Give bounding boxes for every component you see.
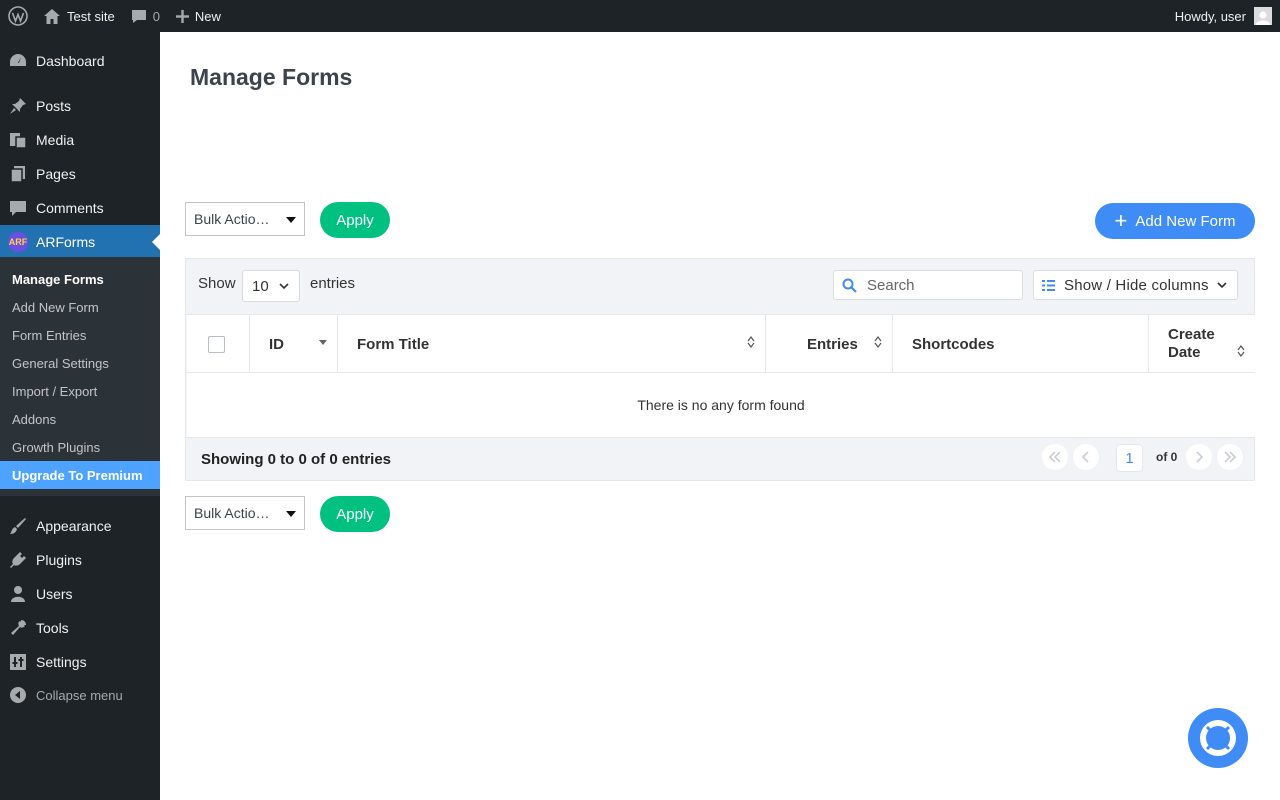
- sidebar-item-arforms[interactable]: ARF ARForms: [0, 225, 160, 259]
- site-name-link[interactable]: Test site: [36, 0, 123, 32]
- plugin-icon: [0, 551, 36, 569]
- brush-icon: [0, 517, 36, 535]
- new-label: New: [194, 8, 221, 24]
- showing-entries-info: Showing 0 to 0 of 0 entries: [201, 451, 392, 468]
- first-page-button[interactable]: [1042, 444, 1068, 470]
- settings-icon: [0, 653, 36, 671]
- bulk-actions-select-top[interactable]: Bulk Actio…: [185, 202, 305, 236]
- apply-button-top[interactable]: Apply: [320, 202, 390, 238]
- avatar: [1254, 7, 1272, 25]
- column-header-shortcodes: Shortcodes: [893, 315, 1149, 373]
- sidebar-item-tools[interactable]: Tools: [0, 611, 160, 645]
- previous-page-button[interactable]: [1073, 444, 1099, 470]
- total-pages: of 0: [1156, 450, 1178, 464]
- column-header-entries[interactable]: Entries: [766, 315, 893, 373]
- bulk-actions-select-bottom[interactable]: Bulk Actio…: [185, 496, 305, 530]
- entries-label: entries: [310, 275, 356, 292]
- select-all-checkbox[interactable]: [208, 335, 225, 353]
- sidebar-item-dashboard[interactable]: Dashboard: [0, 44, 160, 78]
- active-menu-arrow: [152, 234, 160, 250]
- submenu-manage-forms[interactable]: Manage Forms: [0, 265, 160, 293]
- lifebuoy-icon: [1200, 720, 1236, 756]
- sidebar-item-comments[interactable]: Comments: [0, 191, 160, 225]
- entries-per-page-select[interactable]: 10: [242, 270, 300, 302]
- caret-down-icon: [286, 217, 296, 223]
- dashboard-icon: [0, 52, 36, 70]
- collapse-menu-button[interactable]: Collapse menu: [0, 678, 160, 712]
- user-icon: [0, 585, 36, 603]
- help-button[interactable]: [1188, 708, 1248, 768]
- last-page-button[interactable]: [1217, 444, 1243, 470]
- forms-table-panel: Show 10 entries Show / Hide columns ID F…: [185, 258, 1255, 481]
- apply-button-bottom[interactable]: Apply: [320, 496, 390, 532]
- plus-icon: +: [1114, 208, 1128, 233]
- empty-table-message: There is no any form found: [187, 373, 1255, 438]
- comments-count: 0: [152, 8, 160, 24]
- select-all-cell: [187, 315, 250, 373]
- table-header: ID Form Title Entries Shortcodes Create D…: [187, 314, 1255, 373]
- column-header-id[interactable]: ID: [250, 315, 338, 373]
- show-hide-columns-button[interactable]: Show / Hide columns: [1033, 270, 1238, 300]
- sort-icon: [874, 336, 882, 348]
- sidebar-item-plugins[interactable]: Plugins: [0, 543, 160, 577]
- arforms-submenu: Manage Forms Add New Form Form Entries G…: [0, 257, 160, 496]
- sidebar-item-users[interactable]: Users: [0, 577, 160, 611]
- pin-icon: [0, 97, 36, 115]
- double-chevron-right-icon: [1224, 451, 1237, 463]
- forms-table: ID Form Title Entries Shortcodes Create D…: [187, 314, 1255, 438]
- sidebar-item-settings[interactable]: Settings: [0, 645, 160, 679]
- chevron-left-icon: [1081, 451, 1089, 463]
- search-box: [833, 270, 1023, 300]
- double-chevron-left-icon: [1048, 451, 1061, 463]
- columns-list-icon: [1042, 279, 1055, 291]
- add-new-form-button[interactable]: + Add New Form: [1095, 203, 1255, 239]
- search-icon: [842, 278, 857, 293]
- column-header-create-date[interactable]: Create Date: [1149, 315, 1255, 373]
- column-header-form-title[interactable]: Form Title: [338, 315, 766, 373]
- pages-icon: [0, 165, 36, 183]
- my-account-link[interactable]: Howdy, user: [1167, 0, 1280, 32]
- sidebar-item-posts[interactable]: Posts: [0, 89, 160, 123]
- chevron-down-icon: [279, 283, 289, 290]
- admin-sidebar: Dashboard Posts Media Pages Comments ARF…: [0, 32, 160, 800]
- media-icon: [0, 131, 36, 149]
- sort-icon: [1237, 345, 1245, 357]
- submenu-addons[interactable]: Addons: [0, 405, 160, 433]
- sidebar-item-appearance[interactable]: Appearance: [0, 509, 160, 543]
- collapse-arrow-icon: [0, 687, 36, 703]
- chevron-right-icon: [1196, 451, 1204, 463]
- new-content-link[interactable]: New: [168, 0, 229, 32]
- sort-icon: [747, 336, 755, 348]
- wordpress-logo-icon: [8, 6, 28, 26]
- submenu-general-settings[interactable]: General Settings: [0, 349, 160, 377]
- sidebar-item-media[interactable]: Media: [0, 123, 160, 157]
- submenu-import-export[interactable]: Import / Export: [0, 377, 160, 405]
- comment-icon: [0, 199, 36, 217]
- show-label: Show: [198, 275, 236, 292]
- caret-down-icon: [286, 511, 296, 517]
- submenu-add-new-form[interactable]: Add New Form: [0, 293, 160, 321]
- submenu-form-entries[interactable]: Form Entries: [0, 321, 160, 349]
- wrench-icon: [0, 619, 36, 637]
- comment-bubble-icon: [131, 9, 146, 23]
- plus-icon: [175, 9, 189, 23]
- greeting: Howdy, user: [1174, 8, 1246, 24]
- next-page-button[interactable]: [1186, 444, 1212, 470]
- home-icon: [44, 8, 60, 24]
- current-page-number[interactable]: 1: [1116, 444, 1143, 472]
- wordpress-logo-button[interactable]: [0, 0, 36, 32]
- site-name: Test site: [67, 8, 115, 24]
- chevron-down-icon: [1217, 282, 1227, 289]
- submenu-upgrade-to-premium[interactable]: Upgrade To Premium: [0, 461, 160, 489]
- comments-link[interactable]: 0: [123, 0, 168, 32]
- sort-desc-icon: [319, 340, 327, 345]
- submenu-growth-plugins[interactable]: Growth Plugins: [0, 433, 160, 461]
- sidebar-item-pages[interactable]: Pages: [0, 157, 160, 191]
- page-title: Manage Forms: [190, 64, 353, 90]
- search-input[interactable]: [867, 276, 1007, 294]
- arforms-logo-icon: ARF: [8, 232, 28, 252]
- admin-bar: Test site 0 New Howdy, user: [0, 0, 1280, 32]
